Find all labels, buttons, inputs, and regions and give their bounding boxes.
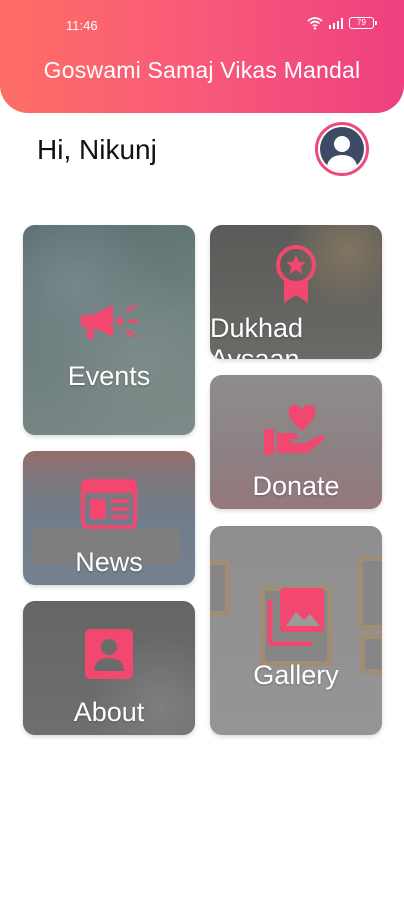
tile-donate[interactable]: Donate bbox=[210, 375, 382, 509]
user-avatar-icon bbox=[320, 127, 364, 171]
tile-news[interactable]: News bbox=[23, 451, 195, 585]
app-title: Goswami Samaj Vikas Mandal bbox=[43, 57, 361, 83]
status-bar: 11:46 79 bbox=[0, 0, 404, 40]
hand-heart-icon bbox=[264, 405, 324, 455]
tile-events[interactable]: Events bbox=[23, 225, 195, 435]
tile-donate-label: Donate bbox=[252, 471, 340, 501]
tile-gallery[interactable]: Gallery bbox=[210, 526, 382, 735]
megaphone-icon bbox=[81, 304, 139, 339]
app-header: 11:46 79 Goswami Samaj Vikas Mandal bbox=[0, 0, 404, 113]
status-icons: 79 bbox=[306, 16, 377, 30]
greeting-text: Hi, Nikunj bbox=[37, 134, 157, 165]
status-time: 11:46 bbox=[66, 18, 98, 33]
tile-dukhad-avsaan[interactable]: Dukhad Avsaan bbox=[210, 225, 382, 359]
photo-gallery-icon bbox=[267, 588, 324, 646]
wifi-icon bbox=[306, 17, 323, 30]
tile-events-label: Events bbox=[67, 361, 151, 391]
tile-gallery-label: Gallery bbox=[253, 660, 339, 690]
tile-dukhad-label: Dukhad Avsaan bbox=[210, 313, 304, 359]
profile-avatar-button[interactable] bbox=[315, 122, 369, 176]
tile-news-label: News bbox=[75, 547, 143, 577]
newspaper-icon bbox=[81, 479, 137, 529]
tile-about-label: About bbox=[73, 697, 145, 727]
tile-about[interactable]: About bbox=[23, 601, 195, 735]
contact-card-icon bbox=[85, 629, 133, 679]
battery-icon: 79 bbox=[349, 17, 377, 29]
signal-icon bbox=[328, 17, 343, 29]
badge-star-icon bbox=[276, 245, 316, 303]
